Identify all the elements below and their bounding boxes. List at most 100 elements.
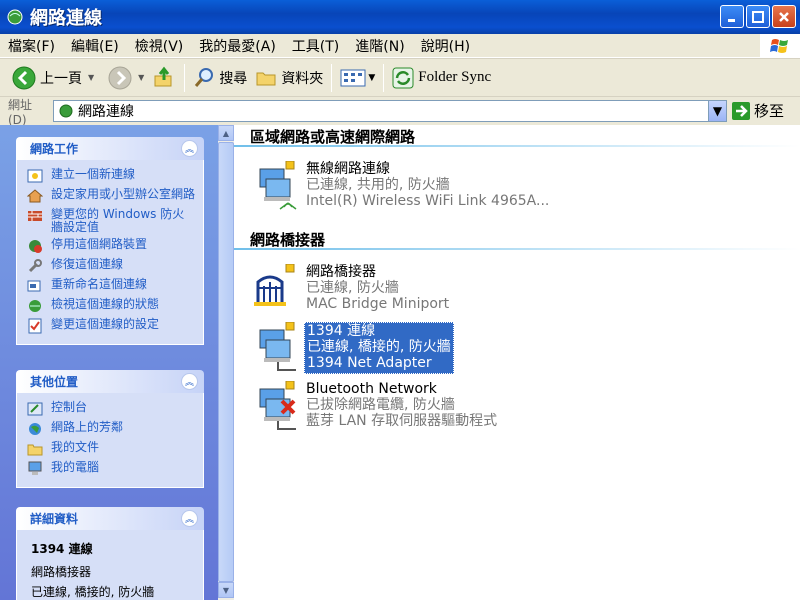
place-control-panel[interactable]: 控制台 [27,401,195,417]
folder-sync-button[interactable]: Folder Sync [388,62,495,94]
other-places-header[interactable]: 其他位置 ︽ [16,370,204,393]
go-button[interactable]: 移至 [732,100,784,121]
title-bar: 網路連線 [0,0,800,34]
connection-1394[interactable]: 1394 連線 已連線, 橋接的, 防火牆 1394 Net Adapter [250,321,454,374]
network-tasks-header[interactable]: 網路工作 ︽ [16,137,204,160]
group-divider [234,145,800,147]
task-repair-connection[interactable]: 修復這個連線 [27,258,195,274]
control-panel-icon [27,402,43,416]
back-button[interactable]: 上一頁 ▼ [8,62,98,94]
forward-dropdown-icon[interactable]: ▼ [138,73,144,82]
details-header[interactable]: 詳細資料 ︽ [16,507,204,530]
details-status: 已連線, 橋接的, 防火牆 [31,585,155,599]
chevron-down-icon: ▼ [712,104,723,118]
menu-advanced[interactable]: 進階(N) [347,36,412,56]
toolbar-separator [184,63,186,92]
back-arrow-icon [12,66,36,89]
search-icon [195,67,214,87]
back-label: 上一頁 [40,70,82,87]
task-view-status[interactable]: 檢視這個連線的狀態 [27,298,195,314]
place-network-neighborhood[interactable]: 網路上的芳鄰 [27,421,195,437]
computer-icon [28,461,42,475]
views-button[interactable]: ▼ [336,62,379,94]
menu-file[interactable]: 檔案(F) [0,36,63,56]
collapse-icon[interactable]: ︽ [181,510,198,527]
place-label: 控制台 [51,400,88,414]
maximize-icon [752,10,764,23]
network-tasks-list: 建立一個新連線 設定家用或小型辦公室網路 變更您的 Windows 防火牆設定值… [16,160,204,345]
settings-checklist-icon [28,318,42,334]
details-panel: 詳細資料 ︽ 1394 連線 網路橋接器 已連線, 橋接的, 防火牆 [16,507,204,600]
views-dropdown-icon[interactable]: ▼ [368,73,375,83]
up-folder-button[interactable] [148,62,180,94]
search-button[interactable]: 搜尋 [189,62,251,94]
network-connections-icon [7,9,23,25]
close-button[interactable] [772,5,796,28]
scroll-down-button[interactable]: ▼ [218,582,234,598]
task-label: 設定家用或小型辦公室網路 [51,187,196,201]
task-change-settings[interactable]: 變更這個連線的設定 [27,318,195,334]
connection-network-bridge[interactable]: 網路橋接器 已連線, 防火牆 MAC Bridge Miniport [250,263,451,316]
task-create-connection[interactable]: 建立一個新連線 [27,168,195,184]
connection-wireless[interactable]: 無線網路連線 已連線, 共用的, 防火牆 Intel(R) Wireless W… [250,160,551,213]
task-pane-scrollbar[interactable]: ▲ ▼ [218,125,234,600]
folders-icon [256,72,276,85]
place-my-documents[interactable]: 我的文件 [27,441,195,457]
folder-icon [27,444,43,456]
task-firewall-settings[interactable]: 變更您的 Windows 防火牆設定值 [27,208,195,234]
status-icon [29,300,41,312]
task-rename-connection[interactable]: 重新命名這個連線 [27,278,195,294]
address-input[interactable]: 網路連線 ▼ [53,100,727,122]
collapse-icon[interactable]: ︽ [181,373,198,390]
address-dropdown-button[interactable]: ▼ [708,101,726,121]
new-connection-icon [27,169,43,183]
scroll-up-button[interactable]: ▲ [218,125,234,141]
panel-title: 詳細資料 [30,512,79,526]
address-value: 網路連線 [78,104,134,120]
forward-arrow-icon [108,66,132,89]
connection-status: 已連線, 共用的, 防火牆 [306,177,450,193]
collapse-icon[interactable]: ︽ [181,140,198,157]
place-label: 我的文件 [51,440,100,454]
disable-device-icon [29,240,42,253]
connection-bluetooth[interactable]: Bluetooth Network 已拔除網路電纜, 防火牆 藍芽 LAN 存取… [250,380,499,433]
task-label: 重新命名這個連線 [51,277,148,291]
details-type: 網路橋接器 [31,565,92,579]
folders-button[interactable]: 資料夾 [251,62,327,94]
scroll-thumb[interactable] [218,142,234,582]
connection-device: 藍芽 LAN 存取伺服器驅動程式 [306,413,498,429]
forward-button[interactable]: ▼ [104,62,148,94]
window-title: 網路連線 [30,8,102,29]
menu-help[interactable]: 說明(H) [413,36,478,56]
group-header-lan: 區域網路或高速網際網路 [250,128,416,146]
back-dropdown-icon[interactable]: ▼ [88,73,94,82]
connection-status: 已拔除網路電纜, 防火牆 [306,397,455,413]
minimize-button[interactable] [720,5,744,28]
connection-text: 網路橋接器 已連線, 防火牆 MAC Bridge Miniport [304,264,451,316]
connection-status: 已連線, 防火牆 [306,280,399,296]
place-label: 我的電腦 [51,460,100,474]
task-label: 變更這個連線的設定 [51,317,160,331]
connection-device: 1394 Net Adapter [307,355,432,371]
address-label: 網址(D) [8,97,33,127]
menu-favorites[interactable]: 我的最愛(A) [191,36,284,56]
place-my-computer[interactable]: 我的電腦 [27,461,195,477]
address-bar: 網址(D) 網路連線 ▼ 移至 [0,97,800,127]
menu-tools[interactable]: 工具(T) [284,36,347,56]
windows-logo [760,34,800,58]
toolbar-separator [331,63,333,92]
menu-edit[interactable]: 編輯(E) [63,36,127,56]
search-label: 搜尋 [219,70,248,87]
globe-icon [29,423,41,435]
connection-name: 1394 連線 [307,323,376,339]
task-disable-device[interactable]: 停用這個網路裝置 [27,238,195,254]
lan-connection-icon [250,321,302,374]
folders-label: 資料夾 [281,70,324,87]
menu-view[interactable]: 檢視(V) [127,36,192,56]
other-places-panel: 其他位置 ︽ 控制台 網路上的芳鄰 我的文件 我的電腦 [16,370,204,488]
sync-icon [392,67,414,88]
task-setup-home-network[interactable]: 設定家用或小型辦公室網路 [27,188,195,204]
maximize-button[interactable] [746,5,770,28]
task-label: 建立一個新連線 [51,167,136,181]
task-pane: 網路工作 ︽ 建立一個新連線 設定家用或小型辦公室網路 變更您的 Windows… [0,125,218,600]
